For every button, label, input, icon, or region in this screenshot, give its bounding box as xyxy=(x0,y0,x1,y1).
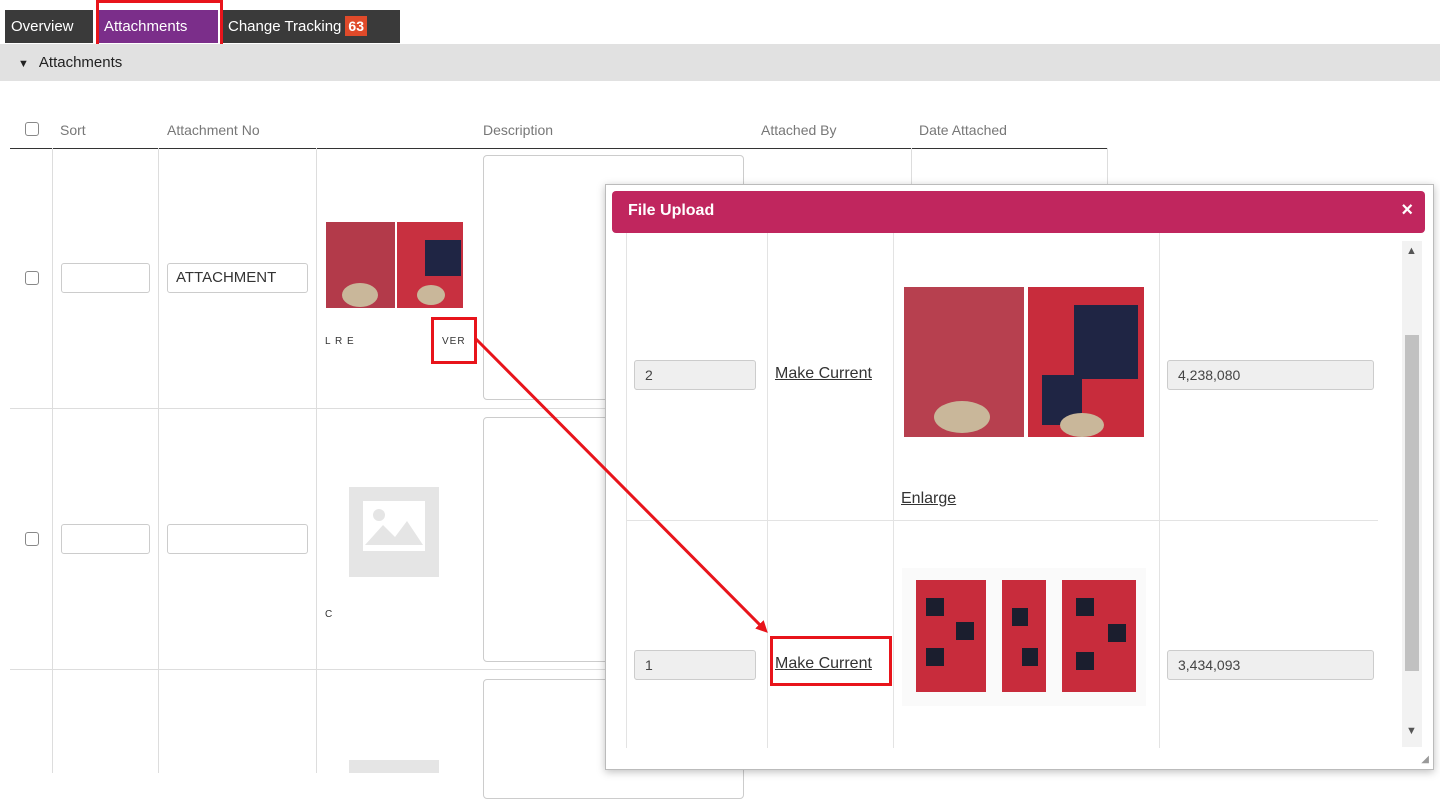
enlarge-link[interactable]: Enlarge xyxy=(901,490,956,508)
file-size-field: 3,434,093 xyxy=(1167,650,1374,680)
header-attachment-no[interactable]: Attachment No xyxy=(167,122,260,138)
tab-change-tracking[interactable]: Change Tracking 63 xyxy=(222,10,400,43)
col-divider xyxy=(1107,148,1108,188)
close-icon[interactable]: × xyxy=(1401,199,1413,222)
attachment-thumbnail[interactable] xyxy=(325,210,465,320)
collapse-triangle-icon: ▼ xyxy=(18,58,29,70)
table-header: Sort Attachment No Description Attached … xyxy=(10,112,1108,149)
row-checkbox[interactable] xyxy=(25,532,39,546)
dialog-scrollbar[interactable]: ▲ ▼ xyxy=(1402,241,1422,747)
resize-grip-icon[interactable]: ◢ xyxy=(1421,754,1429,765)
sort-input[interactable] xyxy=(61,263,150,293)
row-divider xyxy=(626,520,1378,521)
row-divider xyxy=(10,408,606,409)
highlight-make-current xyxy=(770,636,892,686)
change-count-badge: 63 xyxy=(345,16,367,36)
row-checkbox[interactable] xyxy=(25,271,39,285)
col-divider xyxy=(911,148,912,188)
col-divider xyxy=(316,148,317,773)
select-all-checkbox[interactable] xyxy=(25,122,39,136)
version-number-field: 1 xyxy=(634,650,756,680)
image-placeholder-icon xyxy=(349,760,439,773)
scroll-up-icon[interactable]: ▲ xyxy=(1406,245,1417,257)
highlight-version-button xyxy=(431,317,477,364)
dialog-header: File Upload × xyxy=(612,191,1425,233)
thumbnail-caption-left: L R E xyxy=(325,336,355,347)
header-sort[interactable]: Sort xyxy=(60,122,86,138)
col-divider xyxy=(52,148,53,773)
version-thumbnail[interactable] xyxy=(902,568,1146,706)
file-upload-dialog: File Upload × 2 Make Current Enlarge 4,2… xyxy=(605,184,1434,770)
row-divider xyxy=(10,669,606,670)
version-thumbnail[interactable] xyxy=(902,265,1146,447)
section-title: Attachments xyxy=(38,54,123,71)
col-divider xyxy=(626,233,627,748)
dialog-title: File Upload xyxy=(628,202,715,219)
attachments-section-header[interactable]: ▼ Attachments xyxy=(0,44,1440,81)
image-placeholder-icon xyxy=(349,487,439,577)
highlight-attachments-tab xyxy=(96,0,223,50)
header-description[interactable]: Description xyxy=(483,122,553,138)
thumbnail-caption-left: C xyxy=(325,609,334,620)
sort-input[interactable] xyxy=(61,524,150,554)
tab-overview[interactable]: Overview xyxy=(5,10,93,43)
header-attached-by[interactable]: Attached By xyxy=(761,122,837,138)
make-current-link[interactable]: Make Current xyxy=(775,365,872,383)
scroll-down-icon[interactable]: ▼ xyxy=(1406,725,1417,737)
col-divider xyxy=(767,233,768,748)
attachment-no-input[interactable] xyxy=(167,524,308,554)
col-divider xyxy=(1159,233,1160,748)
scroll-thumb[interactable] xyxy=(1405,335,1419,671)
attachment-no-input[interactable]: ATTACHMENT xyxy=(167,263,308,293)
col-divider xyxy=(158,148,159,773)
version-number-field: 2 xyxy=(634,360,756,390)
col-divider xyxy=(893,233,894,748)
header-date-attached[interactable]: Date Attached xyxy=(919,122,1007,138)
tab-change-tracking-label: Change Tracking xyxy=(228,18,342,35)
file-size-field: 4,238,080 xyxy=(1167,360,1374,390)
